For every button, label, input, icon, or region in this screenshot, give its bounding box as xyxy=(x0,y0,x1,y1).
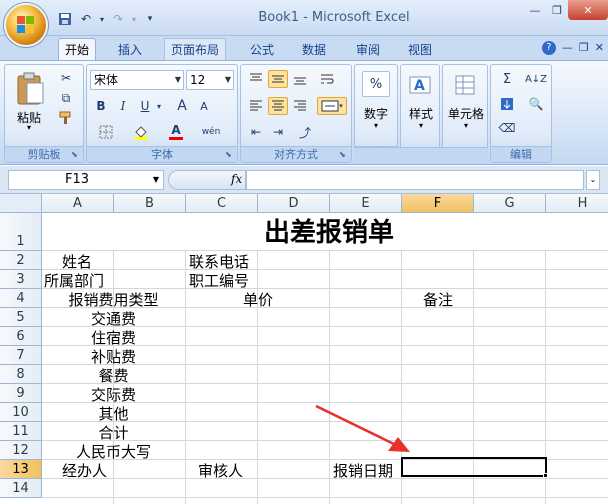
shrink-font-button[interactable]: A xyxy=(195,97,213,115)
font-name-combo[interactable]: 宋体 ▼ xyxy=(90,70,184,90)
orientation-icon[interactable]: ⤴ xyxy=(293,123,317,141)
number-format-icon[interactable]: % xyxy=(362,71,390,97)
find-select-icon[interactable]: 🔍 xyxy=(523,95,549,113)
sort-filter-icon[interactable]: A↓Z xyxy=(523,70,549,88)
decrease-indent-icon[interactable]: ⇤ xyxy=(246,123,266,141)
alignment-group: ▾ ⇤ ⇥ ⤴ 对齐方式 ⬊ xyxy=(240,64,352,163)
formula-buttons: fx xyxy=(168,170,246,190)
insert-function-icon[interactable]: fx xyxy=(231,172,242,186)
tab-view[interactable]: 视图 xyxy=(402,38,438,60)
formula-input[interactable] xyxy=(246,170,584,190)
tab-page-layout[interactable]: 页面布局 xyxy=(164,38,227,60)
borders-icon[interactable] xyxy=(92,123,120,141)
tab-review[interactable]: 审阅 xyxy=(350,38,386,60)
restore-icon[interactable]: ❐ xyxy=(546,0,568,20)
office-logo-icon xyxy=(17,16,35,34)
merge-center-icon[interactable]: ▾ xyxy=(317,97,347,115)
font-size-dropdown-icon[interactable]: ▼ xyxy=(225,71,231,89)
underline-dropdown-icon[interactable]: ▾ xyxy=(154,97,164,115)
format-painter-icon[interactable] xyxy=(57,109,75,127)
italic-button[interactable]: I xyxy=(114,97,132,115)
tab-insert[interactable]: 插入 xyxy=(112,38,148,60)
name-box[interactable]: F13 ▼ xyxy=(8,170,164,190)
underline-button[interactable]: U xyxy=(136,97,154,115)
clipboard-launcher-icon[interactable]: ⬊ xyxy=(71,150,81,160)
bold-button[interactable]: B xyxy=(92,97,110,115)
styles-icon[interactable]: A xyxy=(406,71,434,99)
align-center-icon[interactable] xyxy=(268,97,288,115)
number-big-label[interactable]: 数字 xyxy=(355,105,397,122)
font-group: 宋体 ▼ 12 ▼ B I U ▾ A A A wén 字体 ⬊ xyxy=(86,64,238,163)
font-group-label: 字体 xyxy=(87,146,237,162)
ribbon: 粘贴 ▾ ✂ ⧉ 剪贴板 ⬊ 宋体 ▼ 12 ▼ B I U ▾ A A A wén… xyxy=(0,60,608,165)
font-name-value: 宋体 xyxy=(94,73,119,87)
autosum-icon[interactable]: Σ xyxy=(495,70,519,88)
cells-big-label[interactable]: 单元格 xyxy=(443,105,489,122)
align-bottom-icon[interactable] xyxy=(290,70,310,88)
merge-dropdown-icon[interactable]: ▾ xyxy=(339,102,343,110)
tab-data[interactable]: 数据 xyxy=(296,38,332,60)
alignment-launcher-icon[interactable]: ⬊ xyxy=(339,150,349,160)
align-top-icon[interactable] xyxy=(246,70,266,88)
editing-group: Σ A↓Z 🔍 ⌫ 编辑 xyxy=(490,64,552,163)
font-color-glyph: A xyxy=(171,122,181,137)
grow-font-button[interactable]: A xyxy=(173,97,191,115)
number-styles-cells-label-bar xyxy=(354,147,488,163)
font-color-swatch xyxy=(169,136,183,140)
window-controls: — ❐ ✕ xyxy=(524,0,608,20)
cut-icon[interactable]: ✂ xyxy=(57,69,75,87)
office-button[interactable] xyxy=(4,3,48,47)
align-left-icon[interactable] xyxy=(246,97,266,115)
title-bar: ↶ ▾ ↷ ▾ ▾ Book1 - Microsoft Excel — ❐ ✕ xyxy=(0,0,608,47)
copy-icon[interactable]: ⧉ xyxy=(57,89,75,107)
ribbon-minimize-icon[interactable]: — xyxy=(562,41,573,55)
window-title-text: Book1 - Microsoft Excel xyxy=(258,10,410,25)
red-arrow-annotation xyxy=(315,404,410,452)
clipboard-group: 粘贴 ▾ ✂ ⧉ 剪贴板 ⬊ xyxy=(4,64,84,163)
window-title: Book1 - Microsoft Excel xyxy=(0,10,608,25)
font-color-button[interactable]: A xyxy=(162,123,190,141)
styles-dropdown-icon[interactable]: ▾ xyxy=(415,121,427,130)
ribbon-window-controls: ? — ❐ ✕ xyxy=(541,41,604,55)
ribbon-close-icon[interactable]: ✕ xyxy=(595,41,604,55)
styles-big-label[interactable]: 样式 xyxy=(401,105,441,122)
cells-dropdown-icon[interactable]: ▾ xyxy=(460,121,472,130)
minimize-icon[interactable]: — xyxy=(524,0,546,20)
paste-dropdown-icon[interactable]: ▾ xyxy=(23,123,35,132)
align-right-icon[interactable] xyxy=(290,97,310,115)
help-icon[interactable]: ? xyxy=(541,41,556,55)
number-dropdown-icon[interactable]: ▾ xyxy=(370,121,382,130)
alignment-group-label: 对齐方式 xyxy=(241,146,351,162)
expand-formula-bar-icon[interactable]: ⌄ xyxy=(586,170,600,190)
ribbon-tabs: 开始 插入 页面布局 公式 数据 审阅 视图 ? — ❐ ✕ xyxy=(0,36,608,60)
font-size-combo[interactable]: 12 ▼ xyxy=(186,70,234,90)
cells-icon[interactable] xyxy=(451,71,479,99)
tab-home[interactable]: 开始 xyxy=(58,38,97,60)
name-box-dropdown-icon[interactable]: ▼ xyxy=(153,171,159,189)
tab-formulas[interactable]: 公式 xyxy=(244,38,280,60)
font-launcher-icon[interactable]: ⬊ xyxy=(225,150,235,160)
fill-color-icon[interactable] xyxy=(127,123,155,141)
editing-group-label: 编辑 xyxy=(491,146,551,162)
align-middle-icon[interactable] xyxy=(268,70,288,88)
paste-icon[interactable] xyxy=(13,69,47,109)
worksheet-grid[interactable]: ABCDEFGH 1 2 3 4 5 6 7 8 9 10 11 12 13 14 出差报销单 姓名 联系… xyxy=(0,194,608,504)
font-name-dropdown-icon[interactable]: ▼ xyxy=(175,71,181,89)
phonetic-guide-button[interactable]: wén xyxy=(197,123,225,141)
clear-icon[interactable]: ⌫ xyxy=(495,119,519,137)
font-size-value: 12 xyxy=(190,73,206,87)
formula-bar: F13 ▼ fx ⌄ xyxy=(0,166,608,194)
fill-icon[interactable] xyxy=(495,95,519,113)
increase-indent-icon[interactable]: ⇥ xyxy=(268,123,288,141)
svg-text:A: A xyxy=(414,78,425,94)
name-box-value: F13 xyxy=(65,172,90,187)
wrap-text-icon[interactable] xyxy=(317,70,337,88)
close-icon[interactable]: ✕ xyxy=(568,0,608,20)
ribbon-restore-icon[interactable]: ❐ xyxy=(579,41,589,55)
